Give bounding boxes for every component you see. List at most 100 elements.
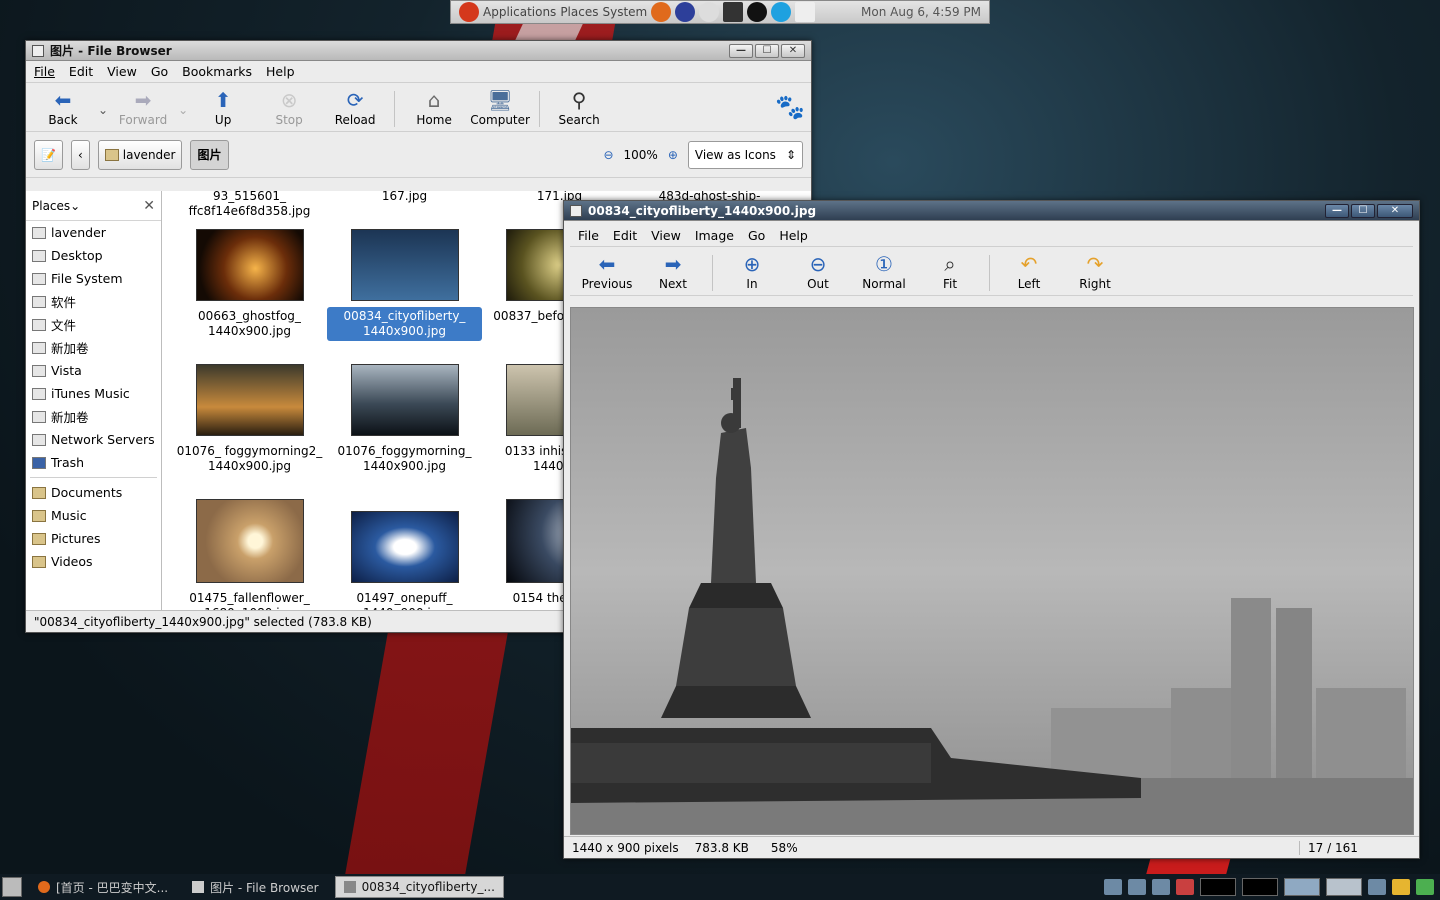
zoom-level[interactable]: 100% (624, 148, 658, 162)
clock[interactable]: Mon Aug 6, 4:59 PM (861, 5, 981, 19)
file-item[interactable]: 01475_fallenflower_ 1680x1080.jpg (172, 499, 327, 611)
firefox-icon[interactable] (651, 2, 672, 22)
sidebar-item-vista[interactable]: Vista (26, 359, 161, 382)
close-button[interactable]: ✕ (781, 43, 805, 58)
sidebar-item-videos[interactable]: Videos (26, 550, 161, 573)
terminal-icon[interactable] (723, 2, 744, 22)
sidebar-item-trash[interactable]: Trash (26, 451, 161, 474)
sidebar-item-desktop[interactable]: Desktop (26, 244, 161, 267)
menu-edit[interactable]: Edit (69, 64, 93, 79)
search-button[interactable]: ⚲ Search (548, 87, 610, 127)
path-button-lavender[interactable]: lavender (97, 139, 183, 170)
close-button[interactable]: ✕ (1377, 203, 1413, 218)
menu-go[interactable]: Go (748, 228, 765, 243)
chevron-down-icon[interactable]: ⌄ (70, 199, 80, 213)
browser-icon[interactable] (675, 2, 696, 22)
sidebar-item-volume-2[interactable]: 文件 (26, 313, 161, 336)
keyboard-icon[interactable] (1128, 879, 1146, 895)
editor-icon[interactable] (795, 2, 816, 22)
toggle-location-entry-button[interactable]: 📝 (34, 139, 63, 170)
close-sidebar-icon[interactable]: ✕ (143, 198, 155, 214)
stop-button[interactable]: ⊗ Stop (258, 87, 320, 127)
home-button[interactable]: ⌂ Home (403, 87, 465, 127)
sidebar-item-volume-1[interactable]: 软件 (26, 290, 161, 313)
system-menu[interactable]: System (602, 5, 647, 19)
zoom-in-icon[interactable]: ⊕ (668, 148, 678, 162)
network-icon[interactable] (1152, 879, 1170, 895)
lock-icon[interactable] (1392, 879, 1410, 895)
file-item[interactable]: 01076_ foggymorning2_ 1440x900.jpg (172, 364, 327, 476)
zoom-in-button[interactable]: ⊕ In (721, 251, 783, 291)
logout-icon[interactable] (1416, 879, 1434, 895)
rotate-left-button[interactable]: ↶ Left (998, 251, 1060, 291)
sidebar-item-itunes-music[interactable]: iTunes Music (26, 382, 161, 405)
menu-bookmarks[interactable]: Bookmarks (182, 64, 252, 79)
menu-file[interactable]: File (578, 228, 599, 243)
path-left-arrow-button[interactable]: ‹ (70, 139, 90, 170)
sidebar-item-pictures[interactable]: Pictures (26, 527, 161, 550)
maximize-button[interactable]: ☐ (755, 43, 779, 58)
file-browser-titlebar[interactable]: 图片 - File Browser — ☐ ✕ (26, 41, 811, 61)
sidebar-item-music[interactable]: Music (26, 504, 161, 527)
file-item[interactable]: 167.jpg (327, 191, 482, 206)
menu-view[interactable]: View (107, 64, 137, 79)
file-item[interactable]: 01497_onepuff_ 1440x900.jpg (327, 511, 482, 611)
sidebar-item-file-system[interactable]: File System (26, 267, 161, 290)
file-item[interactable]: 01076_foggymorning_ 1440x900.jpg (327, 364, 482, 476)
ubuntu-logo-icon[interactable] (459, 2, 479, 22)
workspace-1[interactable] (1200, 878, 1236, 896)
task-file-browser[interactable]: 图片 - File Browser (184, 876, 326, 898)
workspace-3[interactable] (1284, 878, 1320, 896)
previous-button[interactable]: ⬅ Previous (576, 251, 638, 291)
workspace-2[interactable] (1242, 878, 1278, 896)
show-desktop-icon[interactable] (2, 877, 22, 897)
places-menu[interactable]: Places (560, 5, 598, 19)
file-item[interactable]: 00663_ghostfog_ 1440x900.jpg (172, 229, 327, 341)
sidebar-item-volume-3[interactable]: 新加卷 (26, 336, 161, 359)
back-history-chevron-icon[interactable]: ⌄ (98, 103, 108, 117)
minimize-button[interactable]: — (729, 43, 753, 58)
menu-go[interactable]: Go (151, 64, 168, 79)
forward-button[interactable]: ➡ Forward (112, 87, 174, 127)
sidebar-item-network-servers[interactable]: Network Servers (26, 428, 161, 451)
skype-icon[interactable] (771, 2, 792, 22)
forward-history-chevron-icon[interactable]: ⌄ (178, 103, 188, 117)
workspace-4[interactable] (1326, 878, 1362, 896)
qq-icon[interactable] (747, 2, 768, 22)
back-button[interactable]: ⬅ Back (32, 87, 94, 127)
menu-edit[interactable]: Edit (613, 228, 637, 243)
update-icon[interactable] (1176, 879, 1194, 895)
task-image-viewer[interactable]: 00834_cityofliberty_... (334, 876, 504, 898)
menu-help[interactable]: Help (779, 228, 808, 243)
path-button-current[interactable]: 图片 (190, 139, 229, 170)
volume-icon[interactable] (1104, 879, 1122, 895)
sidebar-item-documents[interactable]: Documents (26, 481, 161, 504)
image-viewer-titlebar[interactable]: 00834_cityofliberty_1440x900.jpg — ☐ ✕ (564, 201, 1419, 221)
menu-help[interactable]: Help (266, 64, 295, 79)
maximize-button[interactable]: ☐ (1351, 203, 1375, 218)
menu-file[interactable]: File (34, 64, 55, 79)
image-display[interactable] (570, 307, 1414, 835)
minimize-button[interactable]: — (1325, 203, 1349, 218)
file-item-selected[interactable]: 00834_cityofliberty_ 1440x900.jpg (327, 229, 482, 341)
zoom-fit-button[interactable]: ⌕ Fit (919, 251, 981, 291)
sidebar-mode-select[interactable]: Places (32, 199, 70, 213)
sidebar-item-lavender[interactable]: lavender (26, 221, 161, 244)
up-button[interactable]: ⬆ Up (192, 87, 254, 127)
mail-icon[interactable] (699, 2, 720, 22)
rotate-right-button[interactable]: ↷ Right (1064, 251, 1126, 291)
zoom-out-button[interactable]: ⊖ Out (787, 251, 849, 291)
menu-image[interactable]: Image (695, 228, 734, 243)
menu-view[interactable]: View (651, 228, 681, 243)
zoom-out-icon[interactable]: ⊖ (603, 148, 613, 162)
view-mode-select[interactable]: View as Icons ⇕ (687, 140, 803, 169)
trash-icon[interactable] (1368, 879, 1386, 895)
zoom-normal-button[interactable]: ① Normal (853, 251, 915, 291)
reload-button[interactable]: ⟳ Reload (324, 87, 386, 127)
next-button[interactable]: ➡ Next (642, 251, 704, 291)
task-browser[interactable]: [首页 - 巴巴变中文... (30, 876, 176, 898)
computer-button[interactable]: 🖥 Computer (469, 87, 531, 127)
file-item[interactable]: 93_515601_ ffc8f14e6f8d358.jpg (172, 191, 327, 221)
sidebar-item-volume-4[interactable]: 新加卷 (26, 405, 161, 428)
applications-menu[interactable]: Applications (483, 5, 556, 19)
